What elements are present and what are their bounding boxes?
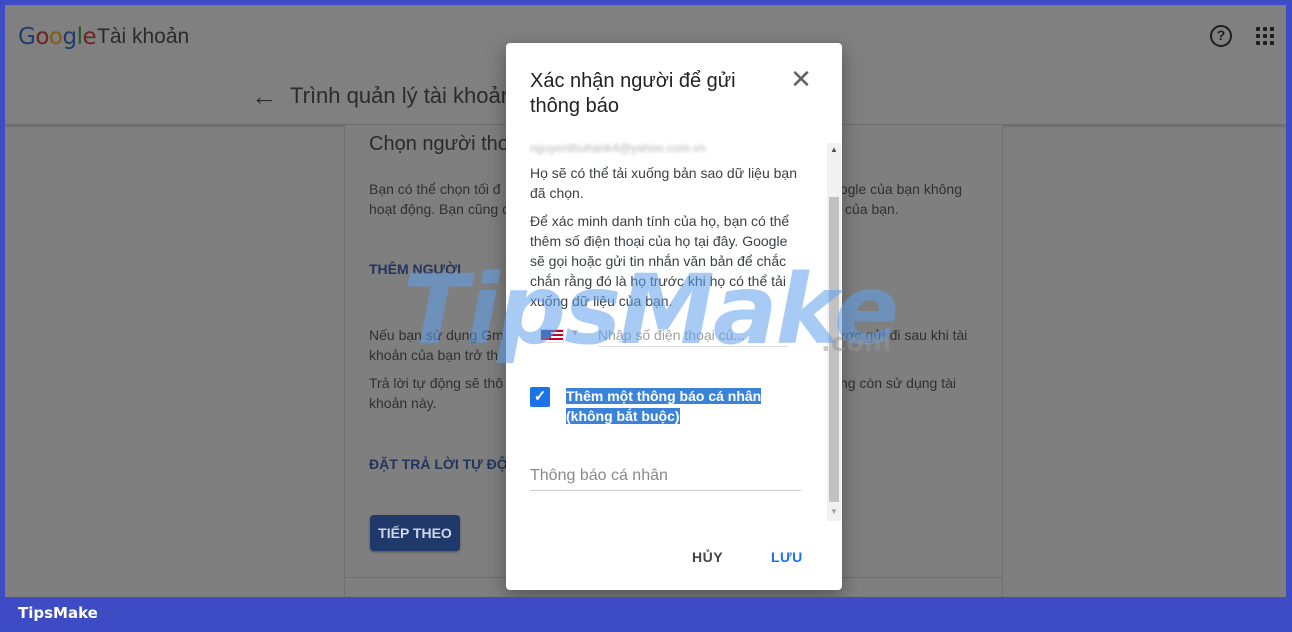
card-paragraph-line: của bạn.	[845, 201, 899, 217]
dialog-scrollbar[interactable]: ▲ ▼	[827, 143, 841, 521]
set-auto-reply-link[interactable]: ĐẶT TRẢ LỜI TỰ ĐỘ	[369, 456, 508, 472]
cancel-button[interactable]: HỦY	[692, 549, 723, 565]
card-paragraph-line: Nếu bạn sử dụng Gm	[369, 327, 504, 343]
card-paragraph-line: oogle của bạn không	[832, 181, 962, 197]
account-label: Tài khoản	[97, 25, 190, 48]
scrollbar-thumb[interactable]	[829, 197, 839, 502]
chevron-down-icon[interactable]: ▼	[570, 328, 580, 339]
page-title: Trình quản lý tài khoản	[290, 83, 513, 108]
card-paragraph-line: khoản của bạn trở th	[369, 347, 499, 363]
app-frame: Google Tài khoản ? ← Trình quản lý tài k…	[5, 5, 1286, 597]
personal-message-checkbox[interactable]: ✓	[530, 387, 550, 407]
logo-letter: o	[35, 24, 49, 50]
help-icon[interactable]: ?	[1210, 25, 1232, 47]
scroll-up-icon[interactable]: ▲	[830, 145, 838, 154]
recipient-email: nguyenthuhank4@yahoo.com.vn	[530, 141, 706, 155]
add-person-link[interactable]: THÊM NGƯỜI	[369, 261, 461, 277]
download-info-text: Họ sẽ có thể tải xuống bản sao dữ liệu b…	[530, 165, 797, 201]
logo-letter: G	[18, 24, 36, 50]
phone-number-input[interactable]	[598, 323, 788, 347]
dialog-title: Xác nhận người để gửi thông báo	[530, 70, 736, 117]
card-paragraph-line: ng còn sử dụng tài	[840, 375, 957, 391]
back-arrow-icon[interactable]: ←	[251, 83, 277, 109]
footer-brand: TipsMake	[18, 604, 98, 622]
apps-grid-icon[interactable]	[1256, 27, 1274, 45]
scroll-down-icon[interactable]: ▼	[830, 507, 838, 516]
personal-message-checkbox-label[interactable]: Thêm một thông báo cá nhân (không bắt bu…	[566, 386, 796, 426]
us-flag-icon[interactable]	[540, 329, 564, 343]
card-paragraph-line: Trả lời tự động sẽ thô	[369, 375, 503, 391]
logo-letter: e	[82, 24, 97, 50]
confirm-recipient-dialog: Xác nhận người để gửi thông báo ✕ nguyen…	[506, 43, 842, 590]
save-button[interactable]: LƯU	[771, 549, 803, 565]
personal-message-input[interactable]	[530, 461, 801, 491]
verify-identity-text: Để xác minh danh tính của họ, bạn có thể…	[530, 213, 790, 309]
google-logo[interactable]: Google	[18, 24, 97, 50]
card-paragraph-line: hoạt động. Bạn cũng c	[369, 201, 510, 217]
checkbox-label-text: Thêm một thông báo cá nhân (không bắt bu…	[566, 388, 762, 424]
next-button[interactable]: TIẾP THEO	[370, 515, 460, 551]
logo-letter: g	[62, 24, 77, 50]
close-icon[interactable]: ✕	[789, 66, 813, 92]
card-paragraph-line: ược gửi đi sau khi tài	[836, 327, 968, 343]
dialog-scroll-area[interactable]: nguyenthuhank4@yahoo.com.vn Họ sẽ có thể…	[506, 137, 842, 517]
card-paragraph-line: Bạn có thể chọn tối đ	[369, 181, 501, 197]
logo-letter: o	[48, 24, 63, 50]
card-heading: Chọn người tho	[369, 133, 509, 155]
card-paragraph-line: khoản này.	[369, 395, 437, 411]
